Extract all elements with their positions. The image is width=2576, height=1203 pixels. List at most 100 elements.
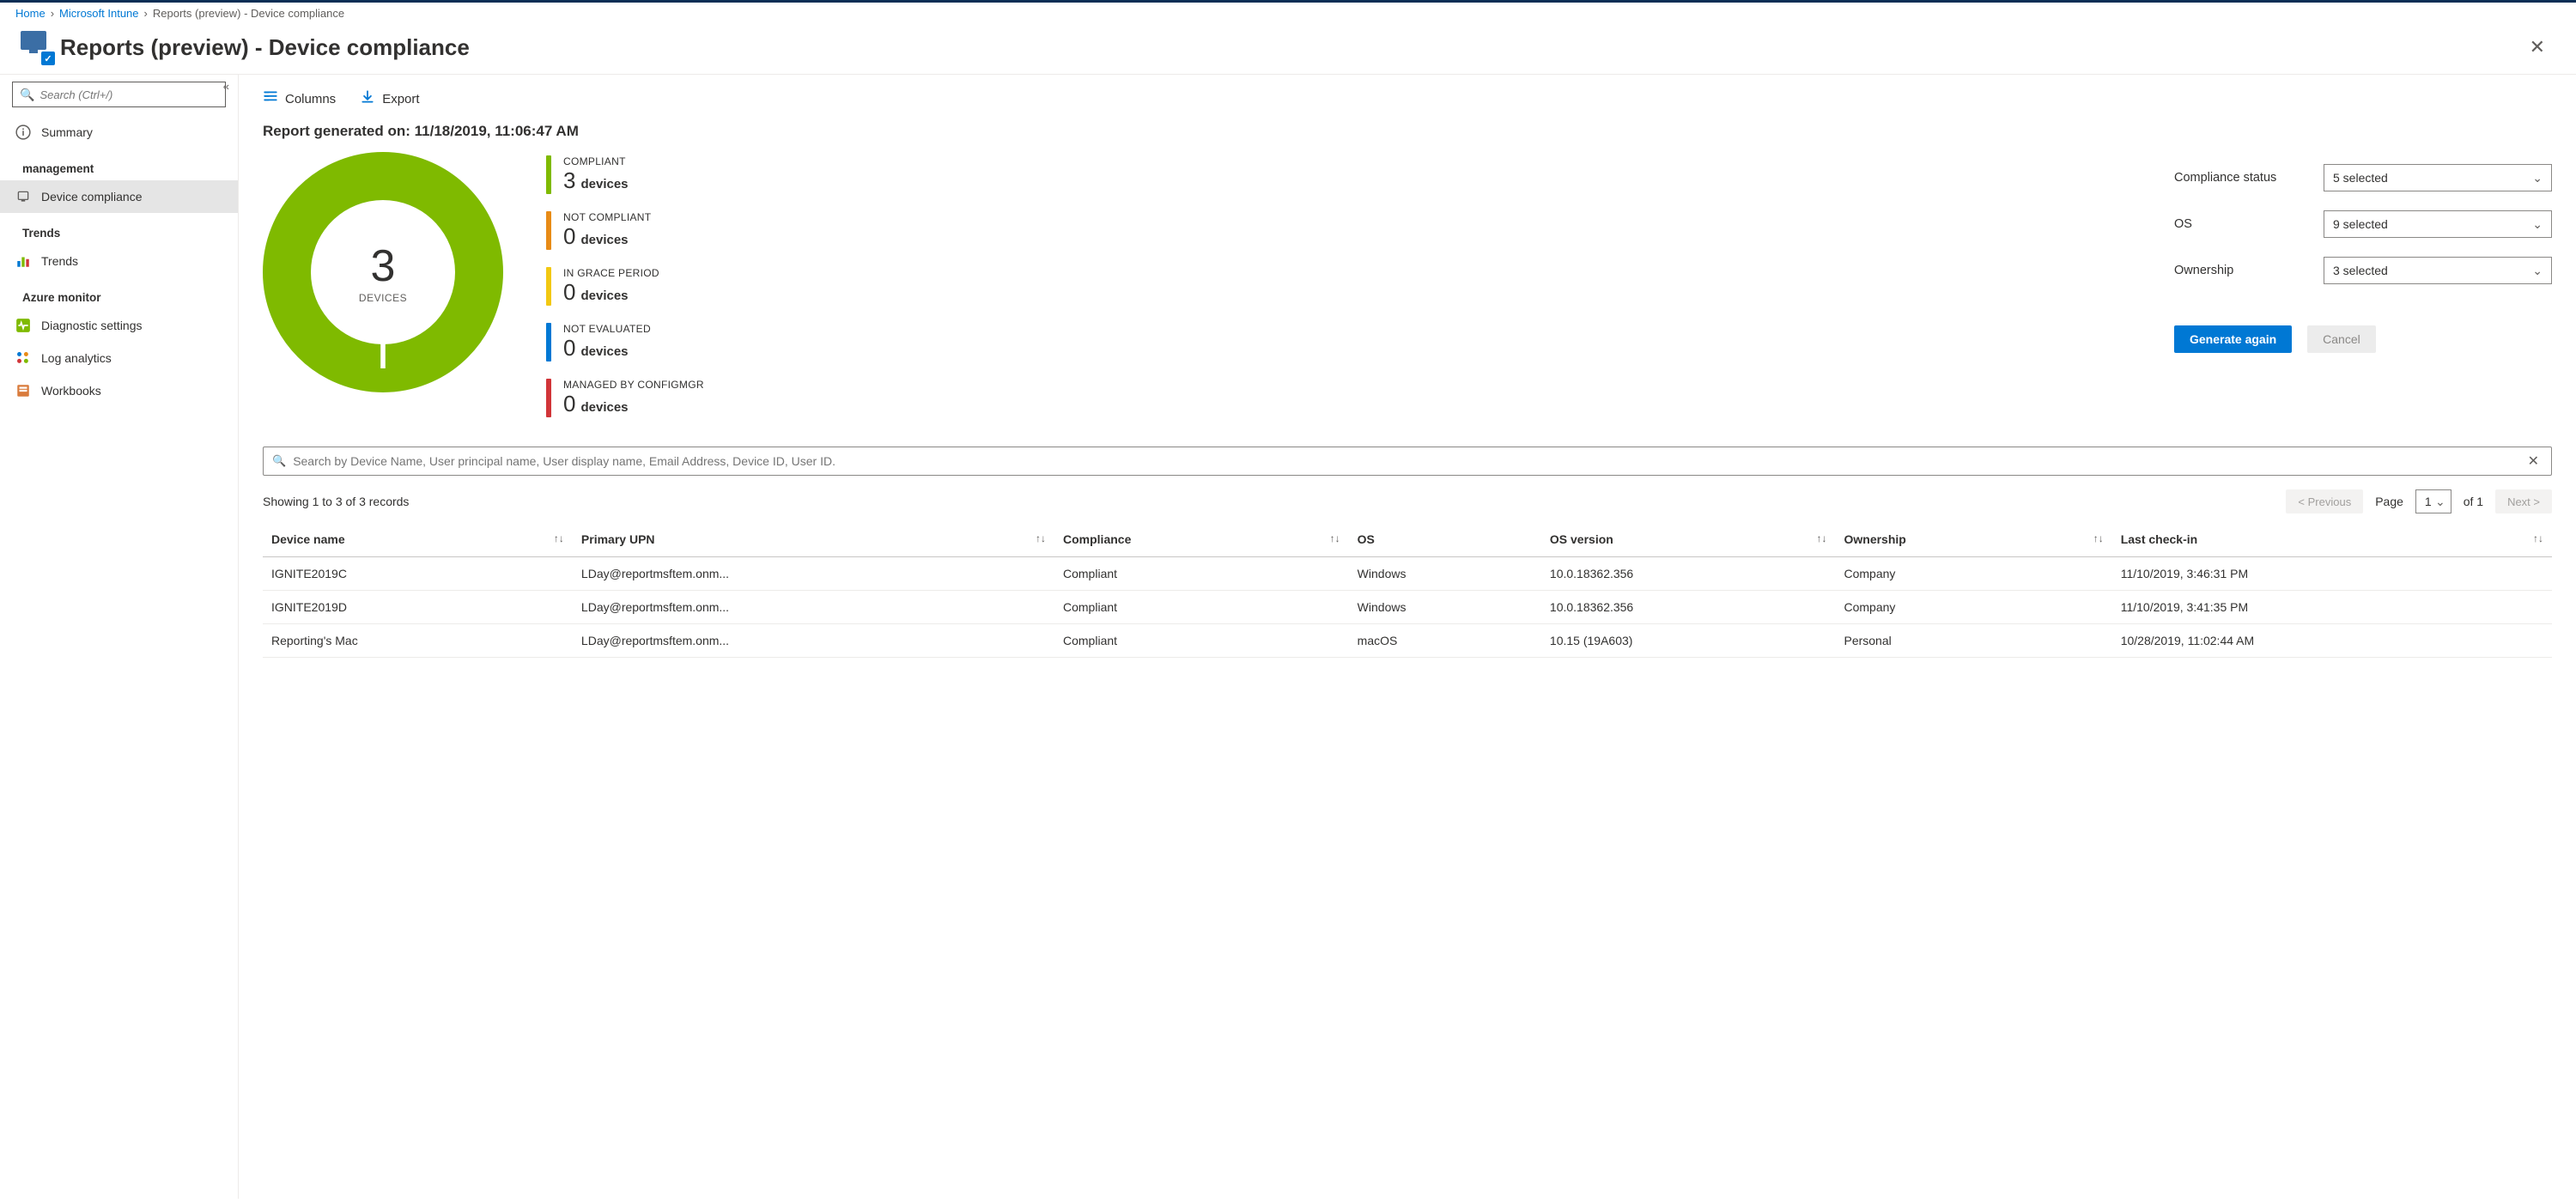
cell-ownership: Personal [1835,624,2111,658]
nav-section-trends: Trends [0,213,238,245]
next-page-button[interactable]: Next > [2495,489,2552,513]
col-compliance-label: Compliance [1063,532,1131,546]
sort-icon: ↑↓ [1816,532,1826,544]
nav-device-compliance-label: Device compliance [41,190,143,204]
collapse-nav-icon[interactable]: « [223,80,229,93]
col-device-name[interactable]: Device name ↑↓ [263,522,573,557]
table-row[interactable]: IGNITE2019CLDay@reportmsftem.onm...Compl… [263,557,2552,591]
nav-search[interactable]: 🔍 [12,82,226,107]
status-unit: devices [580,400,628,415]
columns-icon [263,89,278,108]
columns-label: Columns [285,92,336,106]
col-os-version-label: OS version [1550,532,1613,546]
status-item: COMPLIANT3devices [546,155,704,194]
chevron-down-icon: ⌄ [2532,217,2543,232]
col-compliance[interactable]: Compliance↑↓ [1054,522,1349,557]
col-primary-upn[interactable]: Primary UPN↑↓ [573,522,1054,557]
os-select[interactable]: 9 selected ⌄ [2324,210,2552,238]
col-upn-label: Primary UPN [581,532,655,546]
filters-panel: Compliance status 5 selected ⌄ OS 9 sele… [2174,152,2552,353]
table-row[interactable]: IGNITE2019DLDay@reportmsftem.onm...Compl… [263,591,2552,624]
info-icon [15,125,31,140]
status-label: NOT EVALUATED [563,323,651,335]
sort-icon: ↑↓ [2533,532,2543,544]
ownership-select[interactable]: 3 selected ⌄ [2324,257,2552,284]
cell-device-name: IGNITE2019D [263,591,573,624]
status-color-bar [546,323,551,362]
cell-compliance: Compliant [1054,557,1349,591]
page-label: Page [2375,495,2403,508]
status-color-bar [546,211,551,250]
nav-summary[interactable]: Summary [0,116,238,149]
chevron-down-icon: ⌄ [2435,495,2445,509]
page-of-text: of 1 [2464,495,2483,508]
nav-trends-label: Trends [41,254,78,268]
status-item: NOT EVALUATED0devices [546,323,704,362]
page-select[interactable]: 1 ⌄ [2415,489,2451,513]
col-last-checkin[interactable]: Last check-in↑↓ [2112,522,2552,557]
col-os[interactable]: OS [1349,522,1541,557]
col-os-version[interactable]: OS version ↑↓ [1541,522,1836,557]
col-ownership[interactable]: Ownership↑↓ [1835,522,2111,557]
status-item: MANAGED BY CONFIGMGR0 devices [546,379,704,417]
compliance-status-select[interactable]: 5 selected ⌄ [2324,164,2552,191]
status-label: MANAGED BY CONFIGMGR [563,379,704,391]
status-unit: devices [580,289,628,303]
col-device-name-label: Device name [271,532,345,546]
breadcrumb-current: Reports (preview) - Device compliance [153,7,344,20]
nav-search-input[interactable] [39,88,218,101]
shield-icon [15,189,31,204]
report-generated-on: Report generated on: 11/18/2019, 11:06:4… [263,123,2552,140]
export-button[interactable]: Export [360,89,419,108]
pagination: < Previous Page 1 ⌄ of 1 Next > [2286,489,2552,513]
cancel-button[interactable]: Cancel [2307,325,2376,353]
table-search-input[interactable] [293,454,2524,468]
breadcrumb-home[interactable]: Home [15,7,46,20]
heartbeat-icon [15,318,31,333]
sort-icon: ↑↓ [554,532,564,544]
status-count: 0 [563,391,575,417]
cell-compliance: Compliant [1054,591,1349,624]
status-item: IN GRACE PERIOD0devices [546,267,704,306]
table-row[interactable]: Reporting's MacLDay@reportmsftem.onm...C… [263,624,2552,658]
breadcrumb-sep: › [144,7,148,20]
chevron-down-icon: ⌄ [2532,264,2543,278]
cell-os-version: 10.0.18362.356 [1541,591,1836,624]
records-count: Showing 1 to 3 of 3 records [263,495,409,508]
ownership-value: 3 selected [2333,264,2388,277]
cell-last-checkin: 10/28/2019, 11:02:44 AM [2112,624,2552,658]
generate-again-button[interactable]: Generate again [2174,325,2292,353]
nav-workbooks-label: Workbooks [41,384,101,398]
nav-loganalytics-label: Log analytics [41,351,112,365]
breadcrumb-intune[interactable]: Microsoft Intune [59,7,139,20]
breadcrumb-sep: › [51,7,54,20]
os-label: OS [2174,217,2303,231]
nav-device-compliance[interactable]: Device compliance [0,180,238,213]
status-item: NOT COMPLIANT0devices [546,211,704,250]
status-unit: devices [580,177,628,191]
nav-trends[interactable]: Trends [0,245,238,277]
os-value: 9 selected [2333,217,2388,231]
page-title: Reports (preview) - Device compliance [60,34,470,61]
col-os-label: OS [1358,532,1375,546]
prev-page-button[interactable]: < Previous [2286,489,2363,513]
nav-section-azure-monitor: Azure monitor [0,277,238,309]
nav-diagnostic-settings[interactable]: Diagnostic settings [0,309,238,342]
status-label: COMPLIANT [563,155,629,167]
cell-upn: LDay@reportmsftem.onm... [573,624,1054,658]
export-label: Export [382,92,419,106]
status-unit: devices [580,233,628,247]
title-bar: ✓ Reports (preview) - Device compliance … [0,24,2576,75]
clear-search-icon[interactable]: ✕ [2524,453,2543,470]
nav-workbooks[interactable]: Workbooks [0,374,238,407]
table-body: IGNITE2019CLDay@reportmsftem.onm...Compl… [263,557,2552,658]
barchart-icon [15,253,31,269]
columns-button[interactable]: Columns [263,89,336,108]
nav-diag-label: Diagnostic settings [41,319,143,332]
status-color-bar [546,267,551,306]
table-search[interactable]: 🔍 ✕ [263,447,2552,476]
close-icon[interactable]: ✕ [2523,33,2552,62]
nav-log-analytics[interactable]: Log analytics [0,342,238,374]
compliance-status-value: 5 selected [2333,171,2388,185]
left-nav: « 🔍 Summary management Device compliance… [0,75,239,1199]
